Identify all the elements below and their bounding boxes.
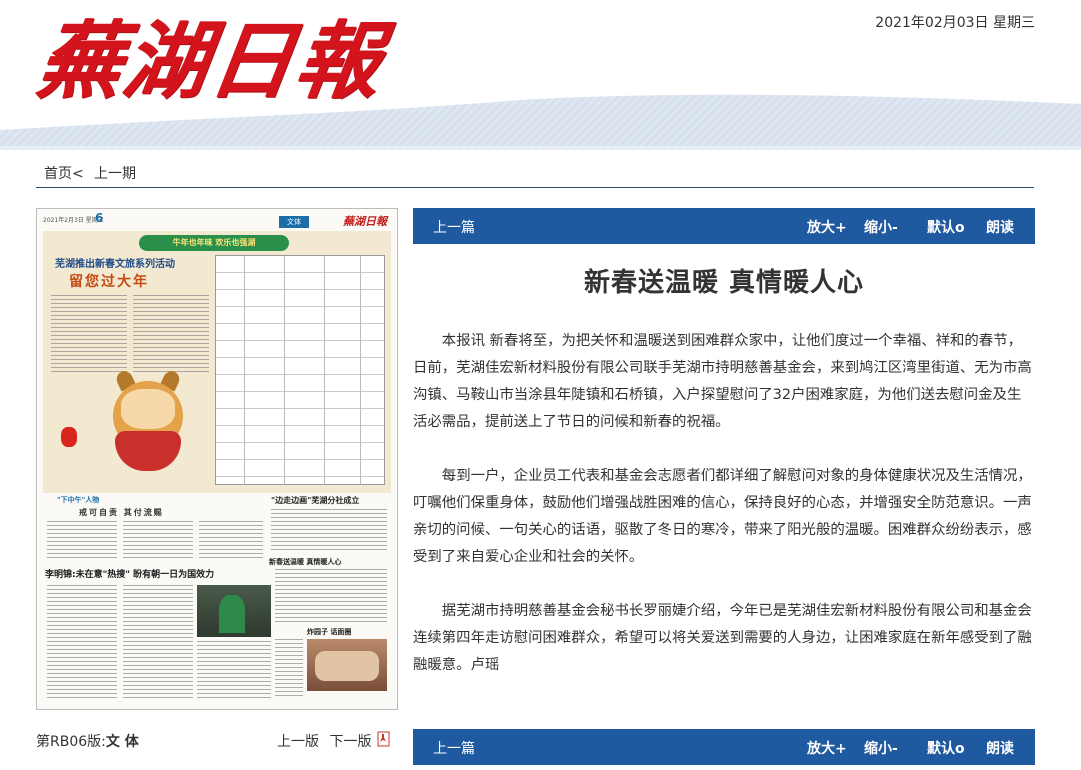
site-header: 蕪湖日報 2021年02月03日 星期三 [0,0,1081,150]
thumbnail-lower-stories[interactable]: "下中午"人物 戒可自责 其付流赐 "边走边画"芜湖分社成立 李明锦:未在意"热… [43,495,391,705]
read-aloud-button[interactable]: 朗读 [986,217,1014,237]
thumbnail-section-tag: 文体 [279,216,309,228]
article-title: 新春送温暖 真情暖人心 [583,268,865,298]
thumbnail-text-block [123,585,193,699]
thumbnail-upper-story[interactable]: 牛年也年味 欢乐也强湖 芜湖推出新春文旅系列活动 留您过大年 [43,231,391,493]
thumbnail-text-block [47,585,117,699]
page-navigation: 上一版 下一版 [277,731,377,751]
thumbnail-text-block [275,639,303,699]
article-paragraph: 每到一户，企业员工代表和基金会志愿者们都详细了解慰问对象的身体健康状况及生活情况… [413,468,1032,565]
article-paragraph: 据芜湖市持明慈善基金会秘书长罗丽婕介绍，今年已是芜湖佳宏新材料股份有限公司和基金… [413,603,1032,673]
thumbnail-upper-title: 芜湖推出新春文旅系列活动 [55,259,175,270]
prev-page-link[interactable]: 上一版 [277,734,319,750]
page-label-prefix: 第RB06版: [36,734,106,750]
pdf-icon[interactable] [376,731,392,747]
breadcrumb-nav: 首页< 上一期 [36,156,1034,188]
thumbnail-right-subheadline-2: 炸园子 话面圈 [307,628,352,636]
zoom-in-button[interactable]: 放大+ [807,738,847,758]
article-toolbar-top: 上一篇 放大+ 缩小- 默认o 朗读 [413,208,1035,244]
thumbnail-right-subheadline: 新春送温暖 真情暖人心 [269,558,342,566]
prev-issue-link[interactable]: 上一期 [94,163,136,183]
prev-article-link[interactable]: 上一篇 [433,738,475,758]
thumbnail-text-block [51,295,127,375]
page-thumbnail[interactable]: 2021年2月3日 星期三 6 文体 蕪湖日報 牛年也年味 欢乐也强湖 芜湖推出… [36,208,398,710]
thumbnail-text-block [47,521,117,561]
read-aloud-button[interactable]: 朗读 [986,738,1014,758]
thumbnail-text-block [123,521,193,561]
article-toolbar-bottom: 上一篇 放大+ 缩小- 默认o 朗读 [413,729,1035,765]
thumbnail-event-table [215,255,385,485]
next-page-link[interactable]: 下一版 [329,734,371,750]
thumbnail-text-block [271,509,387,553]
thumbnail-lower-slogan: 戒可自责 其付流赐 [79,508,164,517]
default-size-button[interactable]: 默认o [927,217,965,237]
home-link[interactable]: 首页< [44,163,84,183]
ox-illustration [115,431,181,471]
ox-illustration [121,389,175,429]
thumbnail-text-block [133,295,209,375]
thumbnail-right-headline: "边走边画"芜湖分社成立 [271,496,360,505]
thumbnail-page-number: 6 [95,211,104,225]
zoom-out-button[interactable]: 缩小- [864,738,898,758]
thumbnail-text-block [199,521,263,561]
thumbnail-photo [307,639,387,691]
default-size-button[interactable]: 默认o [927,738,965,758]
zoom-in-button[interactable]: 放大+ [807,217,847,237]
prev-article-link[interactable]: 上一篇 [433,217,475,237]
thumbnail-lower-headline: 李明锦:未在意"热搜" 盼有朝一日为国效力 [45,570,215,580]
thumbnail-text-block [275,569,387,623]
masthead-logo[interactable]: 蕪湖日報 [30,6,389,116]
article-body: 本报讯 新春将至，为把关怀和温暖送到困难群众家中，让他们度过一个幸福、祥和的春节… [413,328,1033,706]
thumbnail-photo [197,585,271,637]
issue-date: 2021年02月03日 星期三 [875,15,1035,31]
article-paragraph: 本报讯 新春将至，为把关怀和温暖送到困难群众家中，让他们度过一个幸福、祥和的春节… [413,333,1032,430]
thumbnail-upper-subtitle: 留您过大年 [69,274,149,290]
page-section-name: 文 体 [105,734,139,750]
page-label: 第RB06版:文 体 [36,731,139,751]
lantern-icon [61,427,77,447]
thumbnail-top-strip: 2021年2月3日 星期三 6 文体 蕪湖日報 [43,211,391,229]
thumbnail-logo: 蕪湖日報 [343,215,387,228]
zoom-out-button[interactable]: 缩小- [864,217,898,237]
thumbnail-text-block [197,641,271,699]
thumbnail-banner: 牛年也年味 欢乐也强湖 [139,235,289,251]
thumbnail-lower-kicker: "下中午"人物 [57,496,100,504]
